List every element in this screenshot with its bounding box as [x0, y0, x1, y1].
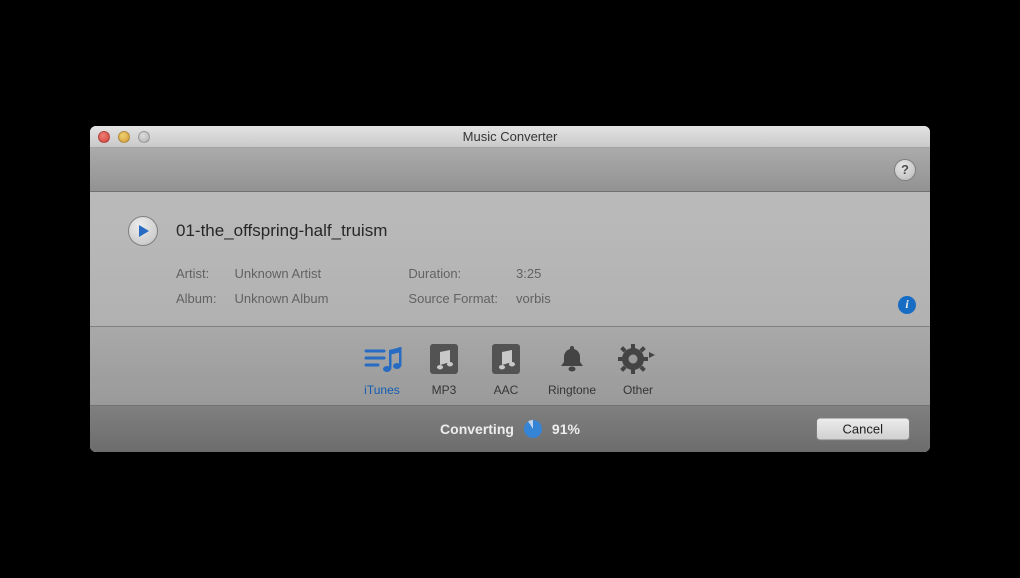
help-button[interactable]: ?	[894, 159, 916, 181]
format-label: iTunes	[364, 383, 400, 397]
track-info-panel: 01-the_offspring-half_truism Artist: Unk…	[90, 192, 930, 326]
titlebar: Music Converter	[90, 126, 930, 148]
toolbar: ?	[90, 148, 930, 192]
aac-icon	[486, 339, 526, 379]
format-other[interactable]: Other	[618, 339, 658, 397]
mp3-icon	[424, 339, 464, 379]
duration-label: Duration:	[408, 262, 498, 287]
format-itunes[interactable]: iTunes	[362, 339, 402, 397]
album-label: Album:	[176, 287, 216, 312]
status-label: Converting	[440, 421, 514, 437]
app-window: Music Converter ? 01-the_offspring-half_…	[90, 126, 930, 451]
source-format-label: Source Format:	[408, 287, 498, 312]
format-label: Ringtone	[548, 383, 596, 397]
play-icon	[136, 224, 150, 238]
play-button[interactable]	[128, 216, 158, 246]
source-format-value: vorbis	[516, 287, 551, 312]
format-mp3[interactable]: MP3	[424, 339, 464, 397]
gear-icon	[618, 339, 658, 379]
format-label: AAC	[494, 383, 519, 397]
zoom-button[interactable]	[138, 131, 150, 143]
progress-pie-icon	[524, 420, 542, 438]
status-percent: 91%	[552, 421, 580, 437]
format-ringtone[interactable]: Ringtone	[548, 339, 596, 397]
artist-label: Artist:	[176, 262, 216, 287]
cancel-button[interactable]: Cancel	[816, 417, 910, 440]
window-title: Music Converter	[90, 129, 930, 144]
info-button[interactable]: i	[898, 296, 916, 314]
format-label: Other	[623, 383, 653, 397]
format-bar: iTunes MP3 AAC	[90, 327, 930, 406]
close-button[interactable]	[98, 131, 110, 143]
bell-icon	[552, 339, 592, 379]
duration-value: 3:25	[516, 262, 551, 287]
itunes-icon	[362, 339, 402, 379]
format-label: MP3	[432, 383, 457, 397]
track-title: 01-the_offspring-half_truism	[176, 221, 387, 241]
artist-value: Unknown Artist	[234, 262, 328, 287]
format-aac[interactable]: AAC	[486, 339, 526, 397]
album-value: Unknown Album	[234, 287, 328, 312]
status-bar: Converting 91% Cancel	[90, 406, 930, 452]
minimize-button[interactable]	[118, 131, 130, 143]
